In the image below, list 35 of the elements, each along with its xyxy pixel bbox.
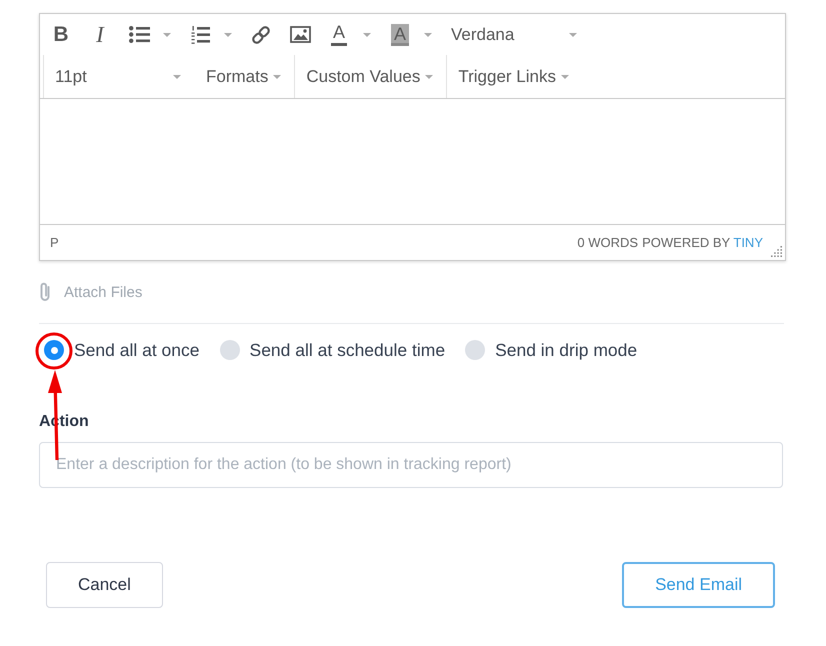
editor-body-field[interactable] — [40, 99, 785, 224]
text-color-button[interactable]: A — [322, 18, 356, 52]
word-count: 0 WORDS — [577, 235, 638, 250]
caret-icon — [173, 74, 181, 78]
caret-icon — [425, 74, 434, 78]
element-path[interactable]: P — [50, 235, 59, 250]
cancel-button[interactable]: Cancel — [46, 562, 163, 608]
caret-icon — [424, 32, 432, 36]
action-input-field[interactable]: Enter a description for the action (to be shown in tracking report) — [39, 442, 783, 488]
caret-icon — [224, 32, 232, 36]
dropdown-select[interactable]: Verdana — [444, 18, 588, 52]
picture-icon — [290, 26, 310, 43]
radio-label[interactable]: Send all at schedule time — [250, 340, 446, 360]
caret-icon — [561, 74, 569, 78]
dropdown-select[interactable]: 11pt — [48, 60, 192, 94]
menu-button[interactable]: Trigger Links — [451, 60, 576, 94]
caret-icon — [569, 32, 577, 36]
radio-label[interactable]: Send in drip mode — [495, 340, 638, 360]
caret-icon — [163, 32, 171, 36]
caret-icon — [363, 32, 371, 36]
bullet-list-icon — [128, 26, 150, 43]
radio-button[interactable] — [44, 340, 64, 360]
chain-link-icon — [250, 24, 272, 46]
menu-button[interactable]: Formats — [199, 60, 288, 94]
resize-handle-icon[interactable] — [771, 246, 782, 257]
paperclip-icon — [39, 282, 51, 302]
branding-text: POWERED BY TINY — [642, 235, 763, 250]
caret-icon — [273, 74, 282, 78]
radio-button[interactable] — [220, 340, 240, 360]
menu-button[interactable]: Custom Values — [299, 60, 440, 94]
numbered-list-icon — [190, 26, 210, 44]
radio-button[interactable] — [465, 340, 486, 360]
italic-button[interactable]: I — [83, 18, 117, 52]
bold-button[interactable]: B — [44, 18, 78, 52]
radio-label[interactable]: Send all at once — [74, 340, 200, 360]
